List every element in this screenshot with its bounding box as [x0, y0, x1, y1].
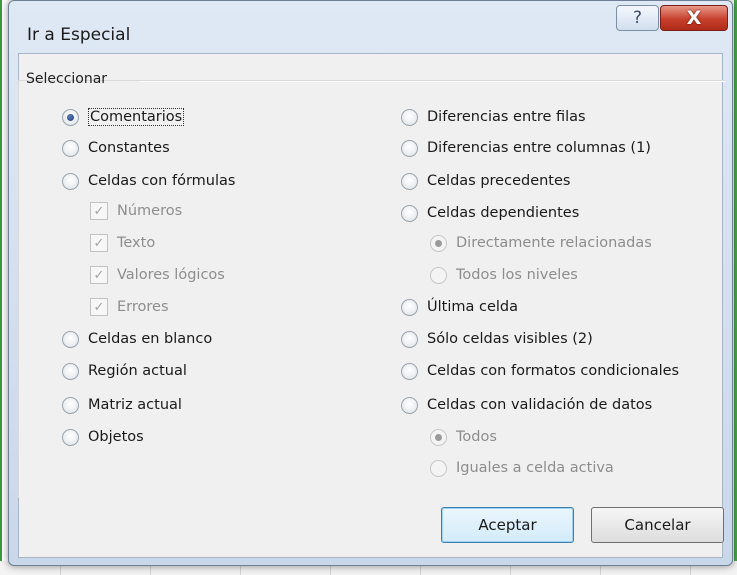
radio-celdas-dependientes[interactable]: Celdas dependientes	[401, 202, 579, 224]
radio-diferencias-entre-columnas[interactable]: Diferencias entre columnas (1)	[401, 137, 651, 159]
radio-icon[interactable]	[401, 172, 418, 190]
radio-label: Todos los niveles	[456, 267, 578, 283]
help-button[interactable]: ?	[616, 5, 659, 31]
radio-label: Celdas en blanco	[88, 331, 213, 347]
sheet-border-left	[0, 0, 2, 575]
checkbox-errores[interactable]: ✓ Errores	[90, 296, 169, 318]
radio-label: Celdas precedentes	[427, 173, 571, 189]
radio-objetos[interactable]: Objetos	[62, 426, 144, 448]
radio-label: Iguales a celda activa	[456, 460, 614, 476]
radio-label: Constantes	[88, 140, 170, 156]
radio-diferencias-entre-filas[interactable]: Diferencias entre filas	[401, 106, 586, 128]
radio-icon[interactable]	[62, 139, 79, 157]
title-bar[interactable]: Ir a Especial ? X	[9, 1, 732, 53]
radio-label: Celdas con formatos condicionales	[427, 363, 680, 379]
checkbox-label: Errores	[117, 299, 169, 315]
checkmark-icon[interactable]: ✓	[90, 234, 108, 252]
radio-iguales-a-celda-activa[interactable]: Iguales a celda activa	[430, 457, 614, 479]
radio-label: Comentarios	[88, 108, 185, 126]
radio-icon[interactable]	[401, 396, 418, 414]
radio-icon[interactable]	[62, 362, 79, 380]
radio-ultima-celda[interactable]: Última celda	[401, 296, 518, 318]
radio-todos-los-niveles[interactable]: Todos los niveles	[430, 264, 578, 286]
radio-celdas-en-blanco[interactable]: Celdas en blanco	[62, 328, 212, 350]
radio-label: Directamente relacionadas	[456, 235, 652, 251]
radio-celdas-con-formulas[interactable]: Celdas con fórmulas	[62, 170, 235, 192]
radio-label: Matriz actual	[88, 397, 182, 413]
radio-celdas-con-formatos-condicionales[interactable]: Celdas con formatos condicionales	[401, 360, 679, 382]
radio-region-actual[interactable]: Región actual	[62, 360, 187, 382]
checkbox-texto[interactable]: ✓ Texto	[90, 232, 155, 254]
radio-selected-icon[interactable]	[430, 428, 447, 446]
checkmark-icon[interactable]: ✓	[90, 266, 108, 284]
radio-comentarios[interactable]: Comentarios	[62, 106, 185, 128]
radio-icon[interactable]	[401, 108, 418, 126]
radio-icon[interactable]	[62, 172, 79, 190]
radio-constantes[interactable]: Constantes	[62, 137, 170, 159]
checkbox-numeros[interactable]: ✓ Números	[90, 200, 182, 222]
radio-label: Última celda	[427, 299, 518, 315]
radio-label: Diferencias entre columnas (1)	[427, 140, 651, 156]
checkmark-icon[interactable]: ✓	[90, 202, 108, 220]
radio-icon[interactable]	[62, 330, 79, 348]
select-group-label: Seleccionar	[26, 71, 108, 87]
radio-label: Diferencias entre filas	[427, 109, 586, 125]
radio-label: Región actual	[88, 363, 187, 379]
radio-validacion-todos[interactable]: Todos	[430, 426, 497, 448]
radio-celdas-con-validacion[interactable]: Celdas con validación de datos	[401, 394, 652, 416]
radio-icon[interactable]	[401, 362, 418, 380]
radio-solo-celdas-visibles[interactable]: Sólo celdas visibles (2)	[401, 328, 593, 350]
accept-button[interactable]: Aceptar	[441, 507, 574, 543]
radio-icon[interactable]	[430, 459, 447, 477]
group-divider	[140, 80, 725, 82]
radio-label: Todos	[456, 429, 497, 445]
radio-label: Objetos	[88, 429, 144, 445]
radio-icon[interactable]	[401, 139, 418, 157]
radio-label: Sólo celdas visibles (2)	[427, 331, 593, 347]
radio-celdas-precedentes[interactable]: Celdas precedentes	[401, 170, 570, 192]
radio-icon[interactable]	[401, 204, 418, 222]
cancel-button[interactable]: Cancelar	[591, 507, 724, 543]
checkbox-valores-logicos[interactable]: ✓ Valores lógicos	[90, 264, 225, 286]
dialog-title: Ir a Especial	[27, 25, 131, 45]
radio-selected-icon[interactable]	[62, 108, 79, 126]
radio-matriz-actual[interactable]: Matriz actual	[62, 394, 182, 416]
checkbox-label: Números	[117, 203, 183, 219]
radio-label: Celdas dependientes	[427, 205, 580, 221]
close-button[interactable]: X	[660, 5, 728, 31]
checkbox-label: Valores lógicos	[117, 267, 225, 283]
radio-label: Celdas con fórmulas	[88, 173, 236, 189]
checkmark-icon[interactable]: ✓	[90, 298, 108, 316]
radio-icon[interactable]	[401, 330, 418, 348]
radio-icon[interactable]	[401, 298, 418, 316]
radio-icon[interactable]	[430, 266, 447, 284]
radio-label: Celdas con validación de datos	[427, 397, 653, 413]
radio-icon[interactable]	[62, 428, 79, 446]
radio-directamente-relacionadas[interactable]: Directamente relacionadas	[430, 232, 652, 254]
radio-icon[interactable]	[62, 396, 79, 414]
checkbox-label: Texto	[117, 235, 156, 251]
radio-selected-icon[interactable]	[430, 234, 447, 252]
